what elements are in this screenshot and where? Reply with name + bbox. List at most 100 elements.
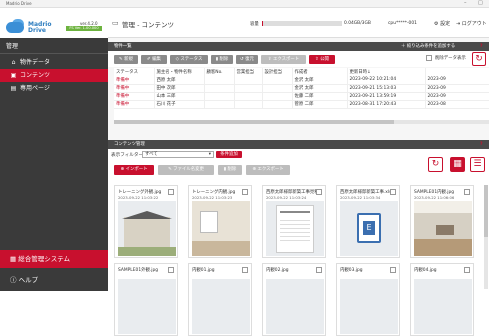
content-delete-button[interactable]: ▮ 削除 [218, 165, 242, 175]
grid-view-button[interactable]: ▦ [450, 157, 465, 172]
main-area: 物件一覧 ＋ 絞り込み条件を追加する ? ✎ 新規 ✐ 編集 ◇ ステータス ▮… [108, 38, 489, 336]
content-card[interactable]: 内観03.jpg [336, 263, 400, 336]
table-row[interactable]: 準備中 山本 三郎 佐藤 二郎 2023-09-21 13:59:19 2023-09 [114, 92, 489, 101]
card-checkbox[interactable] [390, 189, 396, 195]
content-card[interactable]: 内観02.jpg [262, 263, 326, 336]
desktop-icon: ▭ [112, 19, 119, 27]
scrollbar-thumb[interactable] [484, 185, 488, 237]
card-checkbox[interactable] [242, 189, 248, 195]
list-view-button[interactable]: ☰ [470, 157, 485, 172]
card-checkbox[interactable] [464, 189, 470, 195]
chevron-down-icon: ▾ [208, 152, 211, 157]
content-export-button[interactable]: ⊕ エクスポート [246, 165, 290, 175]
col-design[interactable]: 設計担当 [262, 68, 293, 76]
sidebar-item-pages[interactable]: ▤ 専用ページ [0, 82, 108, 95]
content-card[interactable]: 西原太郎様邸新築工事.xls 2023-09-22 11:03:34 E [336, 185, 400, 258]
maximize-button[interactable]: □ [478, 0, 483, 6]
card-checkbox[interactable] [242, 267, 248, 273]
cell-owner: 石川 花子 [154, 100, 205, 109]
cell-extra: 2023-09 [425, 76, 489, 85]
show-deleted-checkbox[interactable] [426, 55, 432, 61]
card-checkbox[interactable] [316, 189, 322, 195]
show-deleted-label: 削除データ表示 [435, 56, 466, 61]
refresh-button[interactable]: ↻ [428, 157, 443, 172]
filter-add-button[interactable]: 条件追加 [216, 151, 242, 158]
sidebar-item-label: 物件データ [20, 59, 51, 66]
delete-button[interactable]: ▮ 削除 [211, 55, 233, 64]
card-checkbox[interactable] [316, 267, 322, 273]
cell-no [204, 92, 235, 101]
cell-design [262, 92, 293, 101]
add-filter-button[interactable]: ＋ 絞り込み条件を追加する [401, 42, 455, 51]
content-card[interactable]: 内観04.jpg [410, 263, 474, 336]
cell-owner: 山本 三郎 [154, 92, 205, 101]
col-owner[interactable]: 施主名・物件名称 [154, 68, 205, 76]
col-updated[interactable]: 更新日時↓ [347, 68, 426, 76]
status-button[interactable]: ◇ ステータス [170, 55, 208, 64]
card-thumbnail [118, 279, 176, 334]
cell-no [204, 84, 235, 93]
content-card[interactable]: 内観01.jpg [188, 263, 252, 336]
card-checkbox[interactable] [390, 267, 396, 273]
cell-creator: 菅原 二郎 [292, 100, 348, 109]
cell-status: 準備中 [114, 92, 155, 101]
help-question-icon[interactable]: ? [480, 140, 483, 149]
cell-design [262, 100, 293, 109]
restore-button[interactable]: ↺ 復元 [236, 55, 258, 64]
cell-sales [234, 92, 263, 101]
col-no[interactable]: 顧客No. [204, 68, 235, 76]
logout-icon: ⇥ [456, 21, 461, 27]
content-card[interactable]: トレーニング内観.jpg 2023-09-22 11:03:23 [188, 185, 252, 258]
content-delete-label: 削除 [227, 167, 237, 172]
export-button[interactable]: ⇪ エクスポート [261, 55, 306, 64]
cell-updated: 2023-09-21 13:59:19 [347, 92, 426, 101]
sidebar-item-contents[interactable]: ▣ コンテンツ [0, 69, 108, 82]
publish-icon: ⇧ [315, 57, 319, 62]
table-row[interactable]: 準備中 石川 花子 菅原 二郎 2023-08-31 17:20:43 2023-08 [114, 100, 489, 109]
horizontal-scrollbar[interactable] [114, 120, 489, 124]
status-label: ステータス [180, 57, 203, 62]
content-card[interactable]: 西原太郎様邸新築工事見積.pdf2023-09-22 11:03:24 [262, 185, 326, 258]
help-link[interactable]: ⓘ ヘルプ [0, 274, 108, 287]
system-button[interactable]: ▦ 総合管理システム [0, 250, 108, 268]
minimize-button[interactable]: – [464, 0, 467, 6]
card-thumbnail: E [340, 201, 398, 256]
restore-label: 復元 [245, 57, 254, 62]
rename-label: ファイル名変更 [173, 167, 204, 172]
settings-button[interactable]: ⚙ 設定 [434, 20, 450, 27]
refresh-button[interactable]: ↻ [472, 52, 486, 66]
add-filter-label: 絞り込み条件を追加する [406, 44, 456, 49]
card-checkbox[interactable] [168, 189, 174, 195]
content-card[interactable]: トレーニング外観.jpg 2023-09-22 11:03:22 [114, 185, 178, 258]
import-button[interactable]: ⊕ インポート [114, 165, 154, 175]
filter-select[interactable]: すべて ▾ [142, 151, 214, 158]
grid-icon: ▦ [453, 159, 462, 169]
col-sales[interactable]: 営業担当 [234, 68, 263, 76]
edit-button[interactable]: ✐ 編集 [141, 55, 167, 64]
new-button[interactable]: ✎ 新規 [114, 55, 138, 64]
scrollbar-thumb[interactable] [114, 120, 394, 124]
table-row[interactable]: 準備中 西原 太郎 金沢 太郎 2023-09-22 10:21:04 2023-09 [114, 76, 489, 85]
capacity-bar [262, 21, 342, 26]
col-creator[interactable]: 作成者 [292, 68, 348, 76]
card-checkbox[interactable] [464, 267, 470, 273]
col-extra[interactable] [425, 68, 489, 76]
publish-button[interactable]: ⇧ 公開 [309, 55, 335, 64]
vertical-scrollbar[interactable] [484, 185, 488, 289]
cell-extra: 2023-09 [425, 92, 489, 101]
logout-button[interactable]: ⇥ ログアウト [456, 20, 487, 27]
property-table-wrap: ステータス 施主名・物件名称 顧客No. 営業担当 設計担当 作成者 更新日時↓… [114, 68, 489, 120]
cell-no [204, 76, 235, 85]
rename-button[interactable]: ✎ ファイル名変更 [158, 165, 214, 175]
col-status[interactable]: ステータス [114, 68, 155, 76]
help-question-icon[interactable]: ? [480, 42, 483, 51]
content-card[interactable]: SAMPLE01内観.jpg 2023-09-22 11:06:06 [410, 185, 474, 258]
table-row[interactable]: 準備中 田中 次郎 金沢 太郎 2023-09-21 15:13:03 2023-09 [114, 84, 489, 93]
content-card[interactable]: SAMPLE01外観.jpg [114, 263, 178, 336]
sidebar-item-property[interactable]: ⌂ 物件データ [0, 56, 108, 69]
cell-status: 準備中 [114, 76, 155, 85]
sidebar-item-label: コンテンツ [20, 72, 51, 79]
card-checkbox[interactable] [168, 267, 174, 273]
trash-icon: ▮ [223, 167, 227, 172]
property-panel-title: 物件一覧 [114, 44, 132, 49]
